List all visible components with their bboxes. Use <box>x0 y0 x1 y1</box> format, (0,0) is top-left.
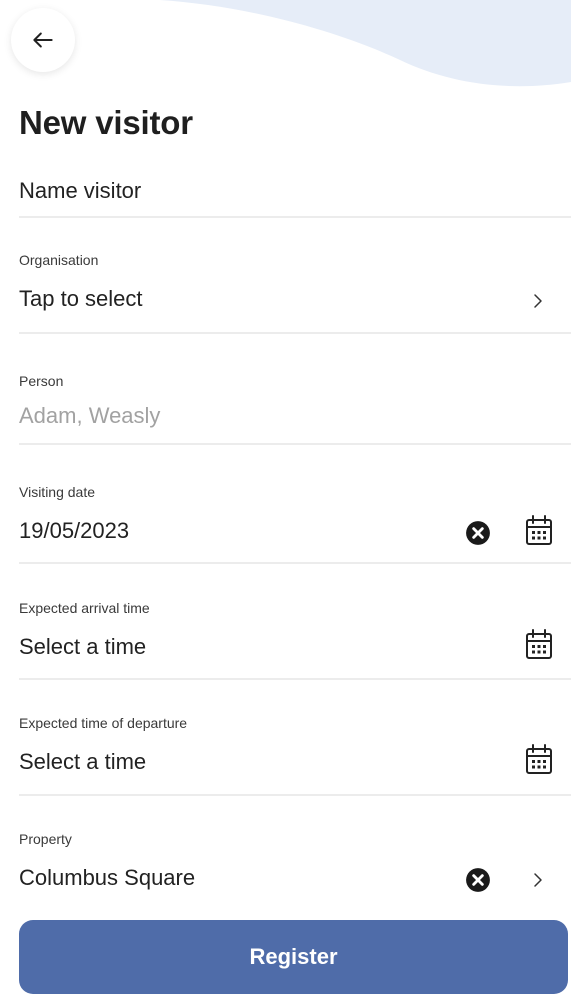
person-value: Adam, Weasly <box>19 403 161 428</box>
name-visitor-placeholder: Name visitor <box>19 178 142 203</box>
property-field[interactable]: Property Columbus Square <box>19 829 571 899</box>
visiting-date-label: Visiting date <box>19 484 96 500</box>
person-field[interactable]: Person Adam, Weasly <box>19 371 571 445</box>
departure-time-field[interactable]: Expected time of departure Select a time <box>19 713 571 796</box>
calendar-icon[interactable] <box>525 514 553 546</box>
departure-time-label: Expected time of departure <box>19 715 188 731</box>
property-value: Columbus Square <box>19 865 196 890</box>
organisation-field[interactable]: Organisation Tap to select <box>19 250 571 334</box>
arrival-time-field[interactable]: Expected arrival time Select a time <box>19 598 571 680</box>
property-label: Property <box>19 831 72 847</box>
arrival-time-label: Expected arrival time <box>19 600 150 616</box>
back-button[interactable] <box>11 8 75 72</box>
calendar-icon[interactable] <box>525 628 553 660</box>
organisation-label: Organisation <box>19 252 99 268</box>
arrow-left-icon <box>33 32 53 48</box>
person-label: Person <box>19 373 64 389</box>
clear-icon[interactable] <box>465 867 491 893</box>
name-visitor-field[interactable]: Name visitor <box>19 172 571 218</box>
clear-icon[interactable] <box>465 520 491 546</box>
header-wave-decoration <box>160 0 571 87</box>
organisation-value: Tap to select <box>19 286 143 311</box>
page-title: New visitor <box>19 104 193 141</box>
chevron-right-icon <box>534 294 542 308</box>
arrival-time-value: Select a time <box>19 634 147 659</box>
visiting-date-value: 19/05/2023 <box>19 518 130 543</box>
visiting-date-field[interactable]: Visiting date 19/05/2023 <box>19 482 571 564</box>
register-button[interactable]: Register <box>19 920 568 994</box>
calendar-icon[interactable] <box>525 743 553 775</box>
chevron-right-icon <box>534 873 542 887</box>
departure-time-value: Select a time <box>19 749 147 774</box>
